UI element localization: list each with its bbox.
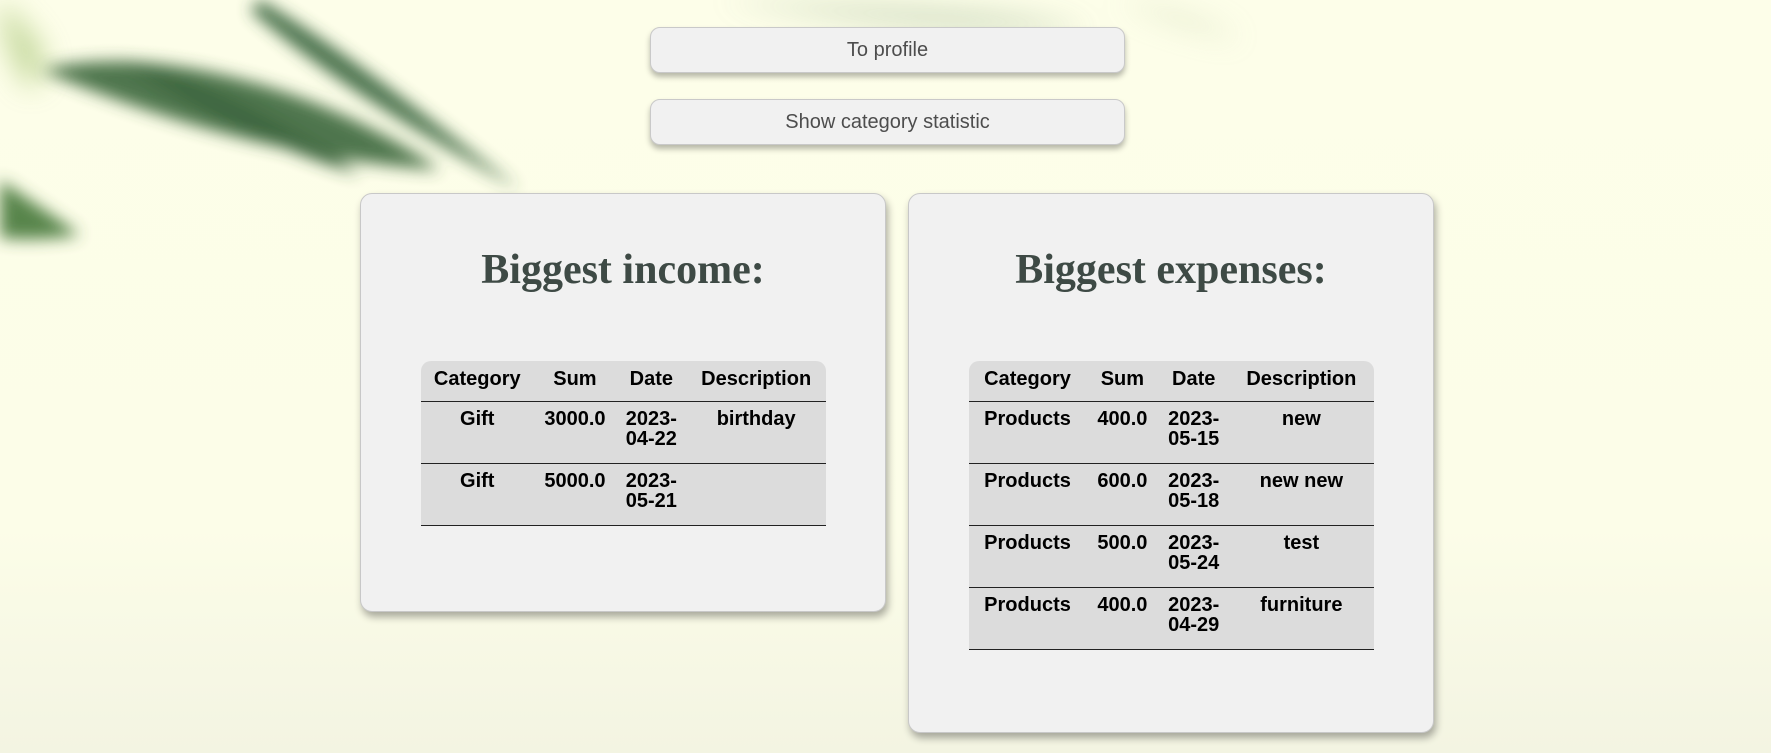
table-row: Products 500.0 2023-05-24 test (969, 525, 1374, 588)
table-row: Products 400.0 2023-05-15 new (969, 401, 1374, 464)
cell-description: birthday (686, 401, 826, 464)
cell-date: 2023-05-21 (616, 463, 687, 526)
cell-description: new new (1228, 463, 1374, 526)
cell-category: Products (969, 587, 1087, 650)
income-table: Category Sum Date Description Gift 3000.… (421, 361, 826, 526)
column-header-category: Category (421, 361, 534, 402)
cell-sum: 600.0 (1086, 463, 1159, 526)
column-header-date: Date (1158, 361, 1229, 402)
cell-date: 2023-05-24 (1158, 525, 1229, 588)
cell-sum: 400.0 (1086, 401, 1159, 464)
cell-sum: 5000.0 (533, 463, 617, 526)
biggest-expenses-title: Biggest expenses: (1015, 247, 1327, 293)
cell-category: Products (969, 463, 1087, 526)
show-category-statistic-button[interactable]: Show category statistic (650, 99, 1125, 145)
column-header-category: Category (969, 361, 1087, 402)
column-header-sum: Sum (1086, 361, 1159, 402)
expenses-table: Category Sum Date Description Products 4… (969, 361, 1374, 650)
expenses-table-header-row: Category Sum Date Description (969, 361, 1374, 402)
column-header-date: Date (616, 361, 687, 402)
cell-category: Products (969, 525, 1087, 588)
cell-date: 2023-05-15 (1158, 401, 1229, 464)
cell-date: 2023-04-29 (1158, 587, 1229, 650)
table-row: Gift 3000.0 2023-04-22 birthday (421, 401, 826, 464)
cell-sum: 3000.0 (533, 401, 617, 464)
column-header-description: Description (1228, 361, 1374, 402)
cell-date: 2023-04-22 (616, 401, 687, 464)
cell-date: 2023-05-18 (1158, 463, 1229, 526)
biggest-income-title: Biggest income: (481, 247, 765, 293)
biggest-expenses-card: Biggest expenses: Category Sum Date Desc… (908, 193, 1434, 733)
cell-category: Products (969, 401, 1087, 464)
table-row: Products 600.0 2023-05-18 new new (969, 463, 1374, 526)
cell-description: furniture (1228, 587, 1374, 650)
column-header-description: Description (686, 361, 826, 402)
cell-sum: 500.0 (1086, 525, 1159, 588)
cell-description (686, 463, 826, 526)
table-row: Gift 5000.0 2023-05-21 (421, 463, 826, 526)
biggest-income-card: Biggest income: Category Sum Date Descri… (360, 193, 886, 612)
column-header-sum: Sum (533, 361, 617, 402)
cell-sum: 400.0 (1086, 587, 1159, 650)
cell-category: Gift (421, 463, 534, 526)
cell-category: Gift (421, 401, 534, 464)
to-profile-button[interactable]: To profile (650, 27, 1125, 73)
cell-description: new (1228, 401, 1374, 464)
table-row: Products 400.0 2023-04-29 furniture (969, 587, 1374, 650)
income-table-header-row: Category Sum Date Description (421, 361, 826, 402)
cell-description: test (1228, 525, 1374, 588)
